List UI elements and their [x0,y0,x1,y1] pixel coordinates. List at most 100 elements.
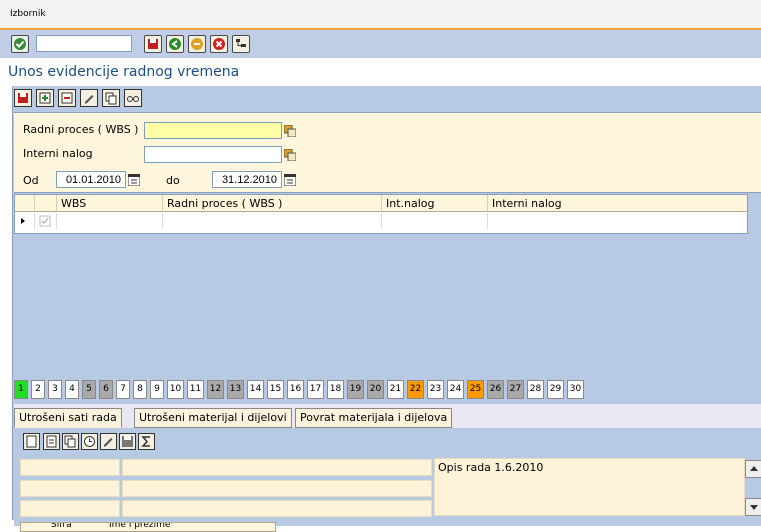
day-tab-10[interactable]: 10 [167,380,184,399]
doc-icon [26,435,37,448]
edit-record-button[interactable] [80,89,98,107]
day-tab-4[interactable]: 4 [65,380,79,399]
lower-disk-button[interactable] [119,433,136,450]
back-button[interactable] [166,35,184,53]
day-tab-29[interactable]: 29 [547,380,564,399]
day-tab-9[interactable]: 9 [150,380,164,399]
wbs-input[interactable] [144,122,282,139]
copy-record-button[interactable] [102,89,120,107]
arrow-up-icon [750,466,758,471]
save-icon [148,39,158,49]
delete-record-button[interactable] [58,89,76,107]
day-tab-26[interactable]: 26 [487,380,504,399]
day-tab-28[interactable]: 28 [527,380,544,399]
lower-cell[interactable] [122,480,432,497]
add-record-button[interactable] [36,89,54,107]
lower-copy-button[interactable] [62,433,79,450]
sigma-icon [141,436,150,447]
lower-new-button[interactable] [43,433,60,450]
day-tab-2[interactable]: 2 [31,380,45,399]
day-tab-6[interactable]: 6 [99,380,113,399]
opis-rada-text[interactable]: Opis rada 1.6.2010 [434,458,745,516]
arrow-down-icon [750,505,758,510]
day-tab-13[interactable]: 13 [227,380,244,399]
row-checkbox[interactable] [35,213,57,229]
day-tab-17[interactable]: 17 [307,380,324,399]
day-tab-19[interactable]: 19 [347,380,364,399]
nalog-input[interactable] [144,146,282,163]
lower-save-button[interactable] [23,433,40,450]
day-tab-5[interactable]: 5 [82,380,96,399]
cell-wbs[interactable] [57,213,163,229]
day-tab-7[interactable]: 7 [116,380,130,399]
day-tab-8[interactable]: 8 [133,380,147,399]
filter-panel: Radni proces ( WBS ) Interni nalog Od do [14,112,761,193]
day-tab-21[interactable]: 21 [387,380,404,399]
tab-utroseni-sati[interactable]: Utrošeni sati rada [14,408,122,428]
day-tab-27[interactable]: 27 [507,380,524,399]
cell-radni-proces[interactable] [163,213,382,229]
cell-interni-nalog[interactable] [488,213,747,229]
tab-povrat-materijala[interactable]: Povrat materijala i dijelova [295,408,453,428]
od-calendar-icon[interactable] [128,174,140,186]
new-doc-icon [46,435,57,448]
col-int-nalog[interactable]: Int.nalog [382,195,488,212]
day-tab-18[interactable]: 18 [327,380,344,399]
lower-clock-button[interactable] [81,433,98,450]
enter-button[interactable] [11,35,29,53]
grid-check-header [35,195,57,212]
command-field[interactable] [36,35,132,52]
cancel-button[interactable] [210,35,228,53]
day-tab-16[interactable]: 16 [287,380,304,399]
pencil-icon [104,438,113,447]
day-tab-30[interactable]: 30 [567,380,584,399]
day-tab-12[interactable]: 12 [207,380,224,399]
od-label: Od [23,174,39,187]
do-date-input[interactable] [212,171,282,188]
day-tab-25[interactable]: 25 [467,380,484,399]
scroll-down-button[interactable] [745,498,761,516]
day-tab-3[interactable]: 3 [48,380,62,399]
lower-sum-button[interactable] [138,433,155,450]
day-tab-22[interactable]: 22 [407,380,424,399]
lower-edit-button[interactable] [100,433,117,450]
day-tab-20[interactable]: 20 [367,380,384,399]
lower-cell[interactable] [122,459,432,476]
tab-utroseni-materijal[interactable]: Utrošeni materijal i dijelovi [134,408,292,428]
exit-button[interactable] [188,35,206,53]
col-ime-prezime[interactable]: Ime i prezime [109,523,170,530]
save-button[interactable] [144,35,162,53]
day-tab-14[interactable]: 14 [247,380,264,399]
scroll-up-button[interactable] [745,460,761,478]
day-tab-1[interactable]: 1 [14,380,28,399]
wbs-picker-icon[interactable] [284,125,296,137]
find-record-button[interactable] [124,89,142,107]
nalog-label: Interni nalog [23,147,93,160]
tree-button[interactable] [232,35,250,53]
save-record-button[interactable] [14,89,32,107]
col-sifra[interactable]: Šifra [51,523,72,530]
lower-panel: Opis rada 1.6.2010 Šifra Ime i prezime [14,428,761,532]
col-radni-proces[interactable]: Radni proces ( WBS ) [163,195,382,212]
day-tab-24[interactable]: 24 [447,380,464,399]
copy-icon [64,435,76,448]
grid-corner [15,195,35,212]
do-calendar-icon[interactable] [284,174,296,186]
pencil-icon [85,95,94,104]
day-tab-23[interactable]: 23 [427,380,444,399]
day-tab-11[interactable]: 11 [187,380,204,399]
lower-cell[interactable] [20,459,120,476]
col-wbs[interactable]: WBS [57,195,163,212]
lower-cell[interactable] [20,500,120,517]
lower-cell[interactable] [122,500,432,517]
menu-izbornik[interactable]: Izbornik [10,9,46,19]
checkmark-icon [39,215,51,227]
nalog-picker-icon[interactable] [284,149,296,161]
cell-int-nalog[interactable] [382,213,488,229]
col-interni-nalog[interactable]: Interni nalog [488,195,747,212]
row-pointer-icon [21,218,25,224]
od-date-input[interactable] [56,171,126,188]
day-tab-15[interactable]: 15 [267,380,284,399]
lower-cell[interactable] [20,480,120,497]
row-selector[interactable] [15,213,35,229]
